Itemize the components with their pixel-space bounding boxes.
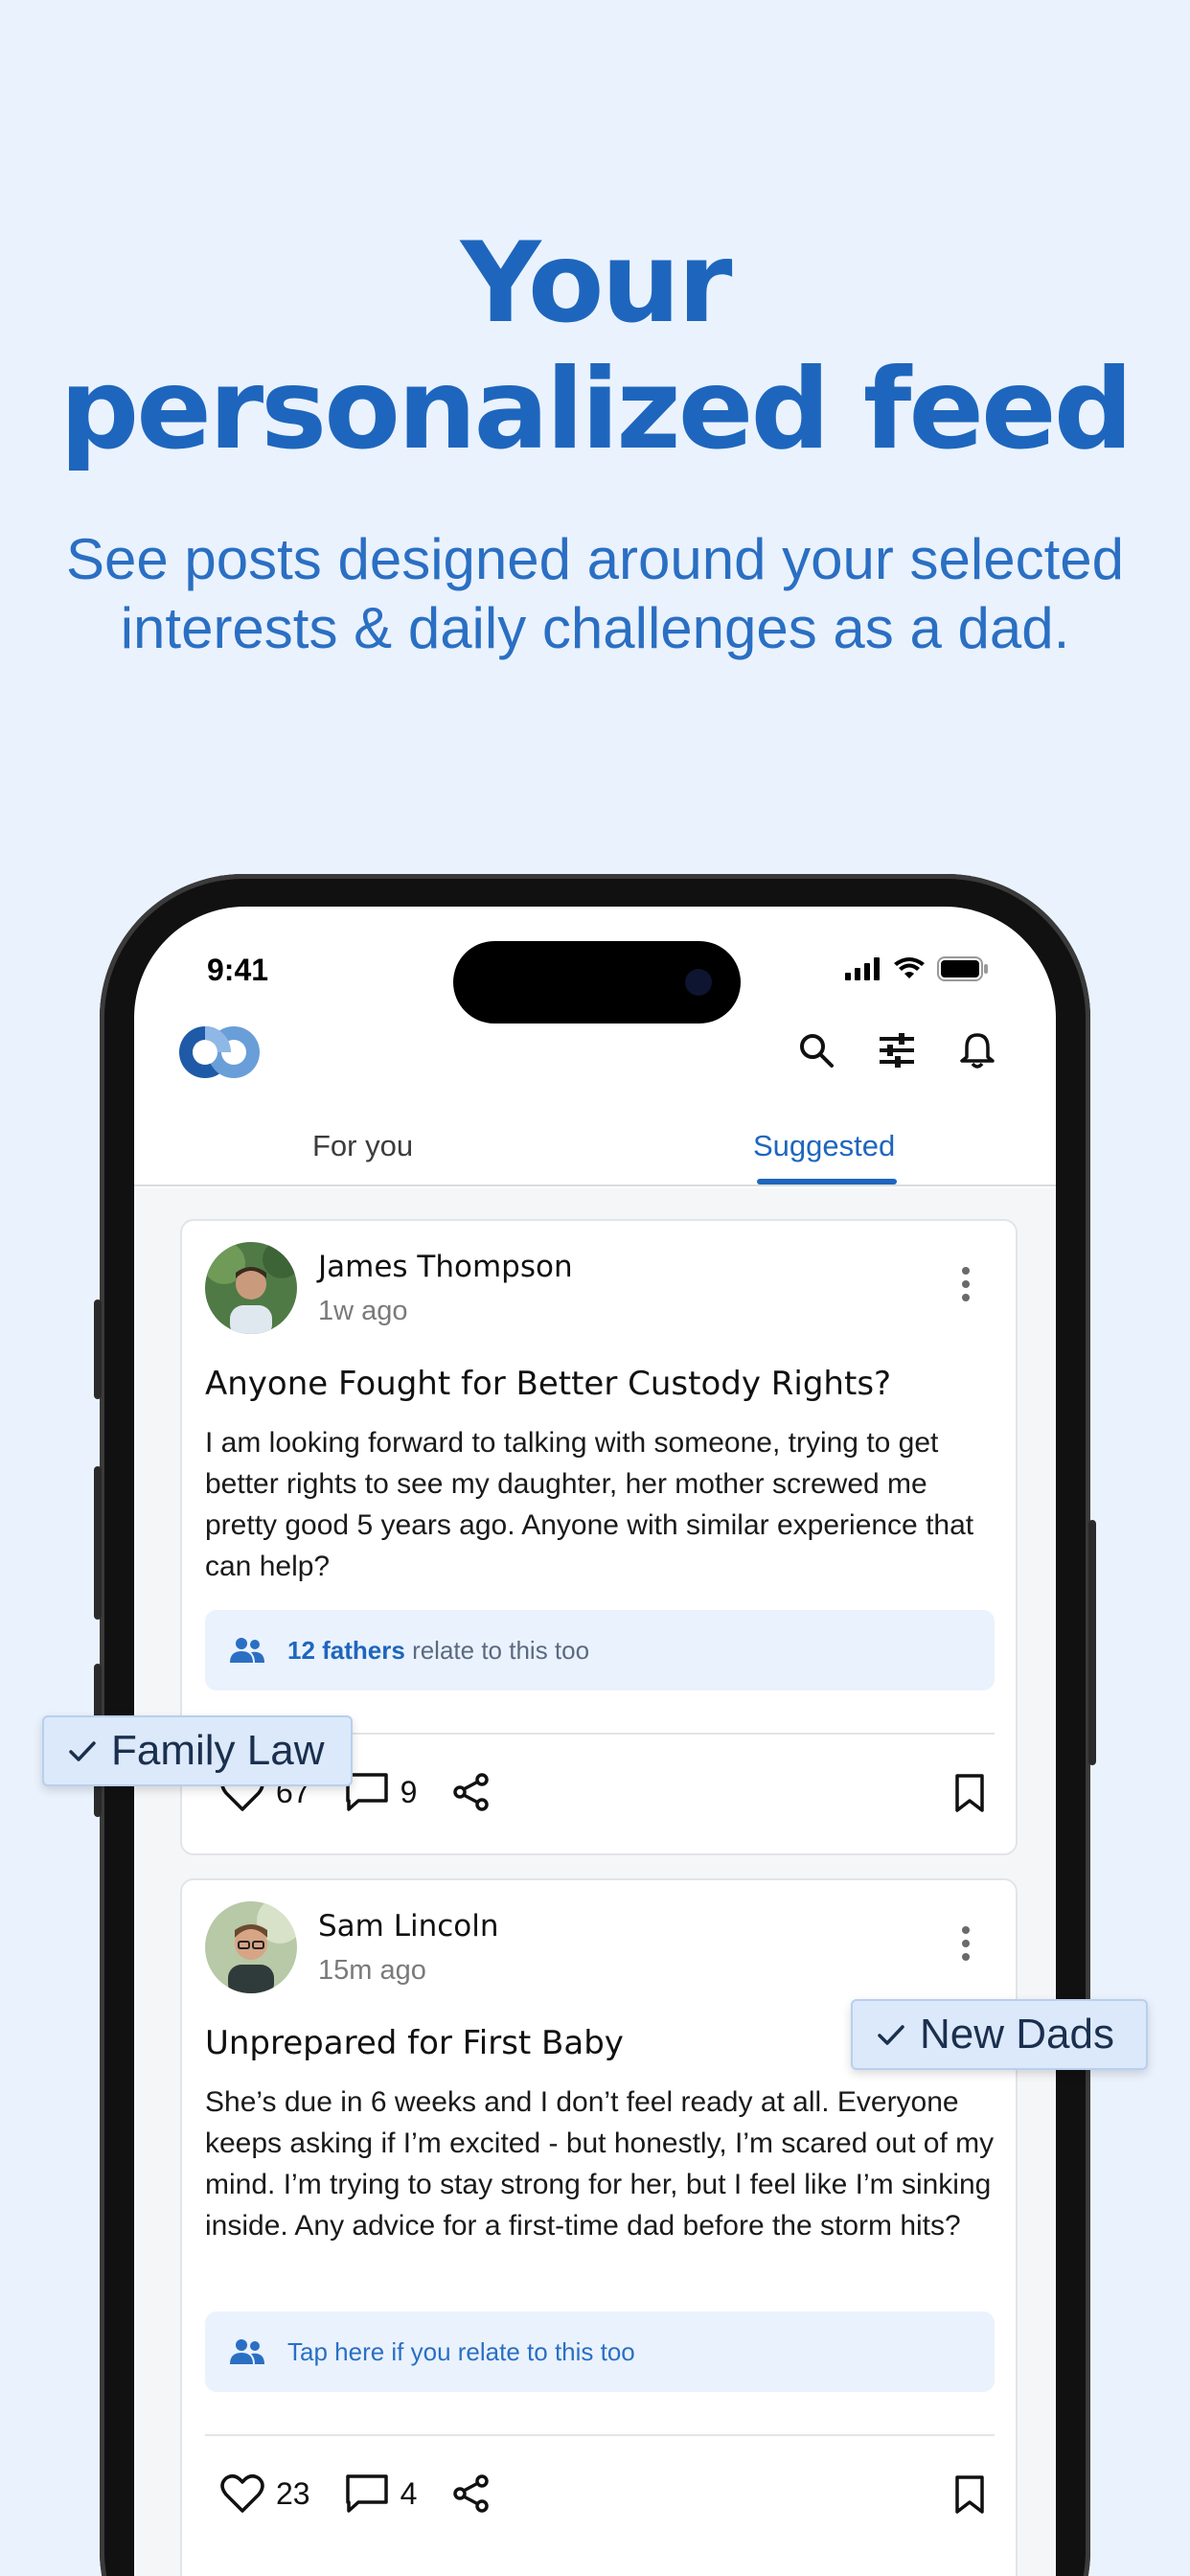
more-options-icon[interactable] (960, 1926, 972, 1968)
share-icon (453, 2474, 490, 2513)
avatar-photo (205, 1901, 297, 1993)
promo-subline: See posts designed around your selected … (65, 527, 1125, 660)
post-author[interactable]: James Thompson (318, 1250, 573, 1284)
share-button[interactable] (451, 2473, 492, 2514)
phone-side-button (94, 1300, 102, 1399)
post-body[interactable]: She’s due in 6 weeks and I don’t feel re… (205, 2082, 1000, 2246)
post-title[interactable]: Anyone Fought for Better Custody Rights? (205, 1365, 891, 1403)
check-icon (878, 2025, 904, 2045)
battery-icon (937, 956, 988, 981)
search-icon (800, 1034, 834, 1068)
like-count: 23 (276, 2475, 310, 2511)
share-icon (453, 1773, 490, 1811)
chip-label: Family Law (111, 1727, 325, 1774)
notifications-button[interactable] (956, 1029, 998, 1071)
avatar-photo (205, 1242, 297, 1334)
divider (205, 2434, 995, 2436)
heart-icon (220, 2474, 264, 2513)
comment-button[interactable]: 9 (345, 1772, 418, 1812)
active-tab-indicator (757, 1179, 897, 1184)
bookmark-icon (955, 2475, 984, 2514)
relate-prompt: Tap here if you relate to this too (287, 2336, 635, 2366)
camera-icon (685, 969, 712, 996)
bookmark-icon (955, 1774, 984, 1812)
status-bar: 9:41 (134, 907, 1056, 1024)
tab-suggested[interactable]: Suggested (753, 1129, 895, 1163)
wifi-icon (894, 957, 925, 978)
post-body[interactable]: I am looking forward to talking with som… (205, 1422, 1000, 1587)
search-button[interactable] (795, 1029, 837, 1071)
app-bar-actions (795, 1029, 998, 1071)
post-time: 1w ago (318, 1296, 408, 1326)
relate-banner[interactable]: 12 fathers relate to this too (205, 1610, 995, 1690)
share-button[interactable] (451, 1772, 492, 1812)
interest-chip-new-dads[interactable]: New Dads (851, 1999, 1148, 2070)
bookmark-button[interactable] (952, 2474, 987, 2519)
headline-line-1: Your (460, 218, 733, 348)
cellular-signal-icon (845, 957, 880, 980)
status-icons (845, 956, 989, 981)
check-icon (69, 1741, 96, 1761)
comment-icon (345, 2474, 388, 2513)
relate-count: 12 fathers (287, 1635, 405, 1665)
comment-count: 9 (400, 1774, 418, 1809)
filter-sliders-icon (880, 1033, 914, 1068)
comment-count: 4 (400, 2475, 418, 2511)
comment-button[interactable]: 4 (345, 2473, 418, 2514)
phone-side-button (94, 1466, 102, 1620)
bookmark-button[interactable] (952, 1773, 987, 1818)
chip-label: New Dads (920, 2011, 1114, 2058)
relate-suffix: relate to this too (404, 1635, 590, 1665)
post-card[interactable]: Sam Lincoln 15m ago Unprepared for First… (180, 1878, 1018, 2576)
filter-button[interactable] (876, 1029, 918, 1071)
people-icon (230, 2339, 264, 2364)
post-title[interactable]: Unprepared for First Baby (205, 2024, 624, 2062)
bell-icon (960, 1033, 995, 1069)
app-bar (134, 1012, 1056, 1098)
feed[interactable]: James Thompson 1w ago Anyone Fought for … (134, 1188, 1056, 2576)
post-time: 15m ago (318, 1955, 426, 1986)
headline-line-2: personalized feed (59, 345, 1133, 474)
people-icon (230, 1638, 264, 1663)
app-logo[interactable] (176, 1022, 263, 1083)
promo-headline: Your personalized feed (0, 220, 1190, 473)
relate-text: 12 fathers relate to this too (287, 1636, 589, 1666)
post-actions: 23 4 (220, 2465, 987, 2522)
relate-banner[interactable]: Tap here if you relate to this too (205, 2312, 995, 2392)
avatar[interactable] (205, 1242, 297, 1334)
phone-side-button (1088, 1520, 1096, 1765)
interest-chip-family-law[interactable]: Family Law (42, 1715, 353, 1786)
avatar[interactable] (205, 1901, 297, 1993)
like-button[interactable]: 23 (220, 2473, 310, 2514)
tab-for-you[interactable]: For you (312, 1129, 413, 1163)
post-author[interactable]: Sam Lincoln (318, 1909, 499, 1944)
feed-tabs: For you Suggested (134, 1119, 1056, 1186)
more-options-icon[interactable] (960, 1267, 972, 1309)
status-time: 9:41 (207, 953, 269, 987)
